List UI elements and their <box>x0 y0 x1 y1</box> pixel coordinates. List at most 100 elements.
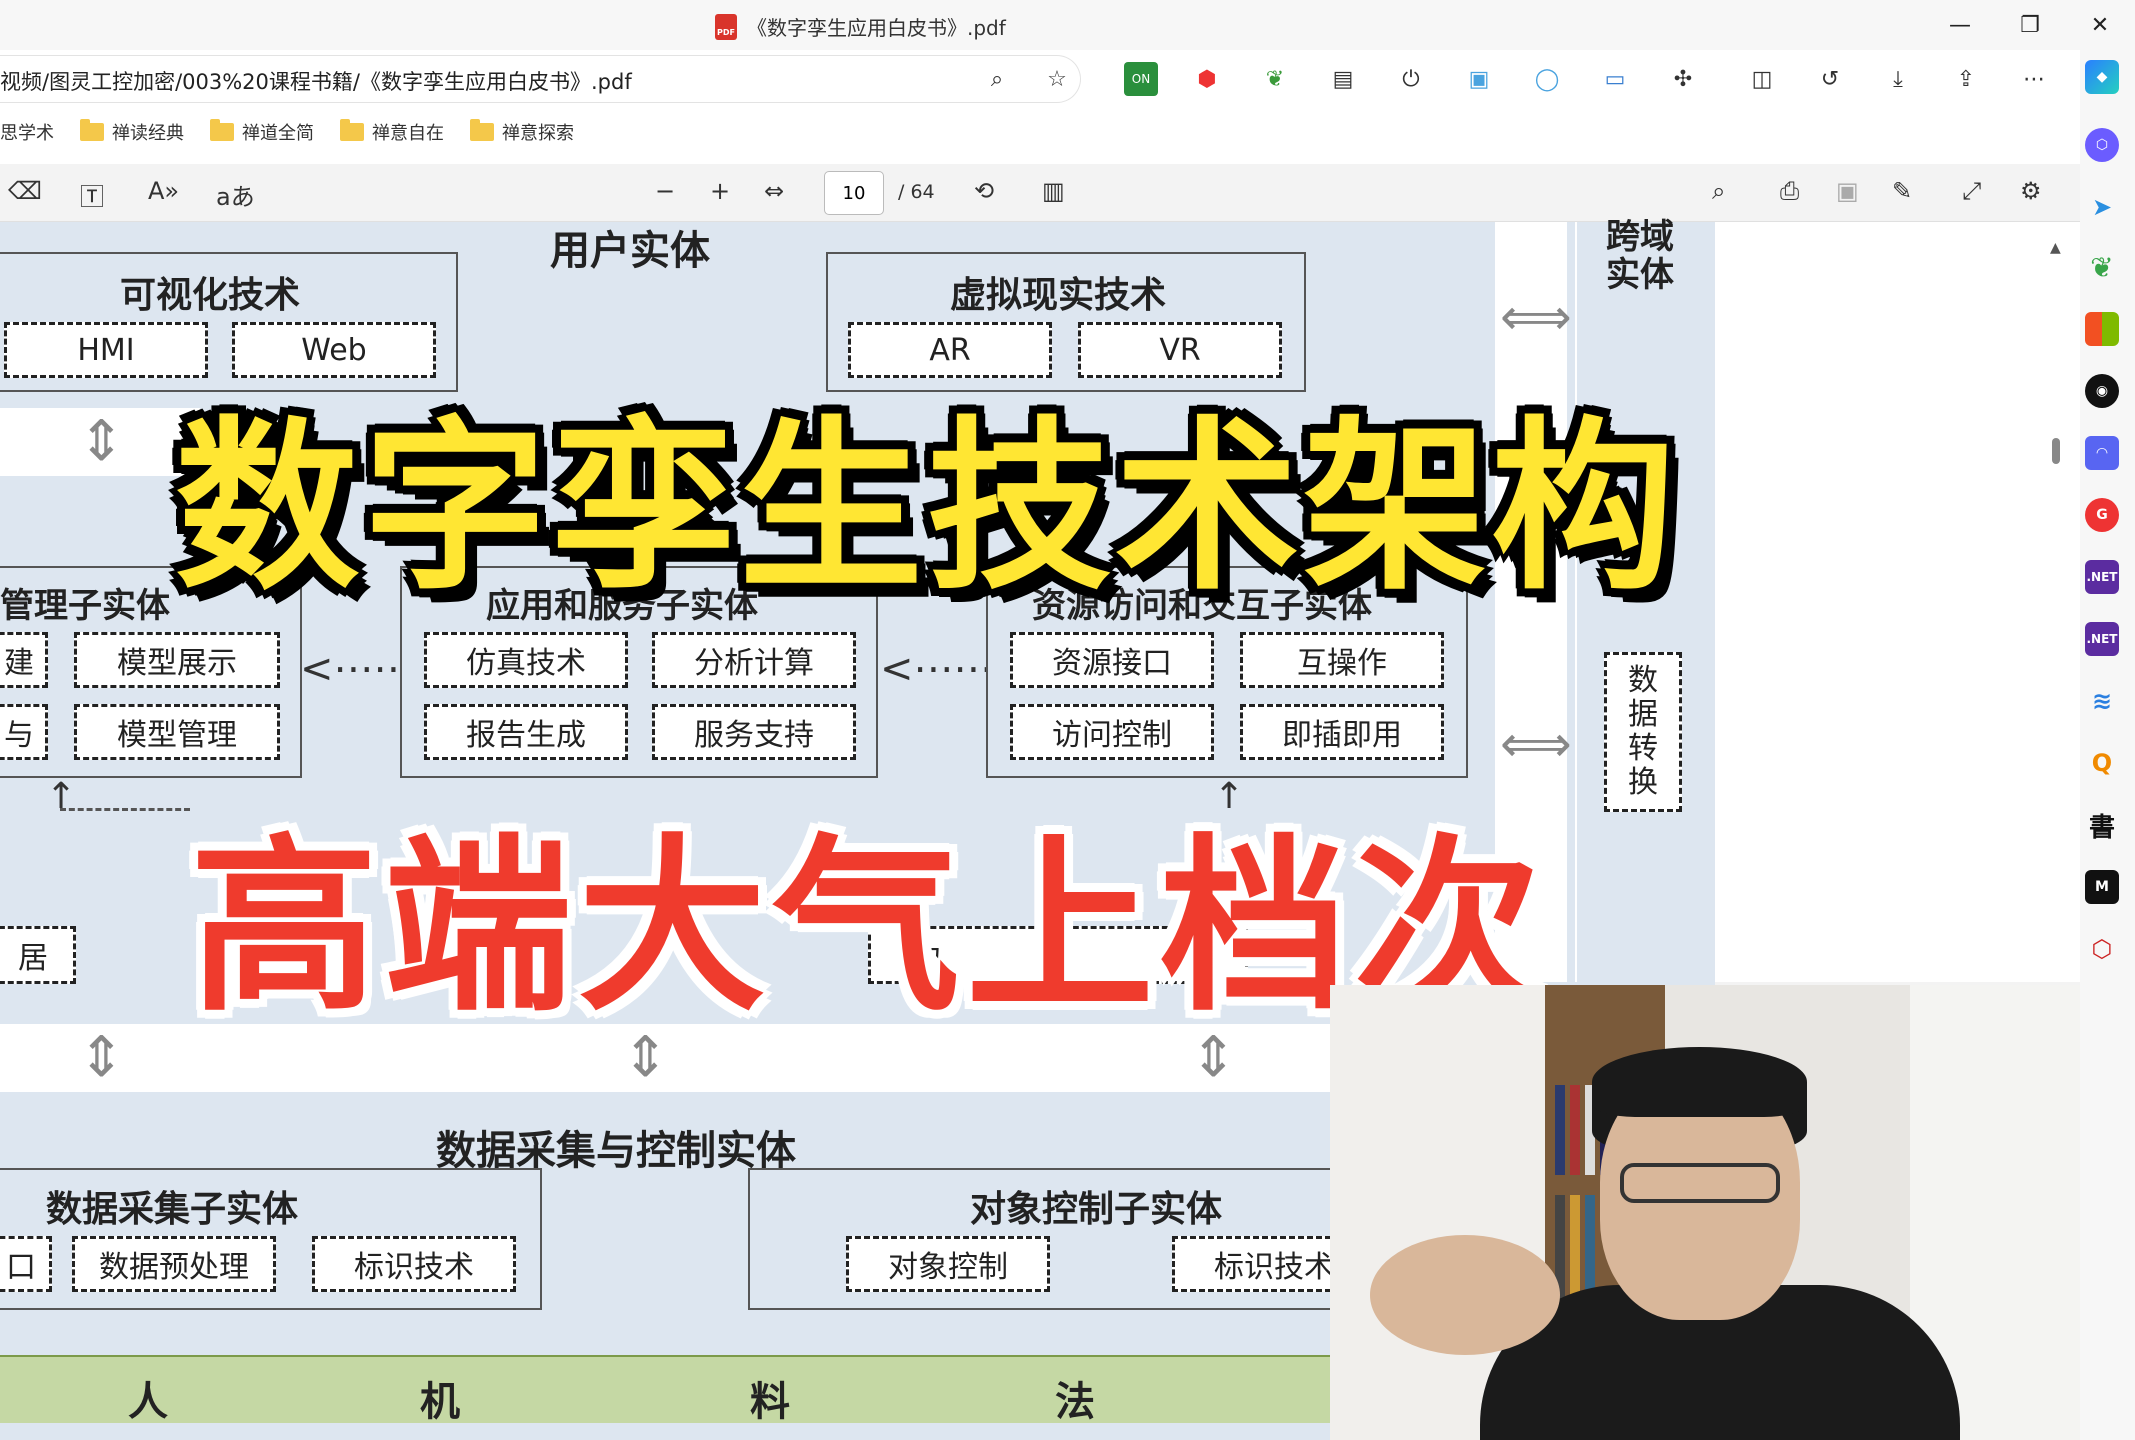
cell-partial: 居 <box>0 926 76 984</box>
close-button[interactable]: ✕ <box>2080 8 2120 42</box>
zoom-icon[interactable]: ⌕ <box>980 62 1014 96</box>
extensions-puzzle-icon[interactable]: ✣ <box>1666 62 1700 96</box>
dotnet-icon[interactable]: .NET <box>2085 560 2119 594</box>
extension-circle-icon[interactable]: ◯ <box>1530 62 1564 96</box>
text-box-icon[interactable]: 🅃 <box>80 177 104 212</box>
up-down-arrow-icon: ⇕ <box>78 409 125 474</box>
folder-icon <box>470 119 494 141</box>
extension-tv-icon[interactable]: ▣ <box>1462 62 1496 96</box>
cross-domain-heading: 跨域实体 <box>1606 217 1674 295</box>
scroll-up-icon[interactable]: ▲ <box>2050 240 2061 256</box>
zoom-out-icon[interactable]: − <box>655 177 675 205</box>
cell-partial: 与 <box>0 704 48 760</box>
m-icon[interactable]: M <box>2085 870 2119 904</box>
copilot-icon[interactable]: ◆ <box>2085 60 2119 94</box>
access-control-cell: 访问控制 <box>1010 704 1214 760</box>
page-view-icon[interactable]: ▥ <box>1042 177 1065 205</box>
scrollbar[interactable]: ▲ <box>2050 240 2062 980</box>
favorite-star-icon[interactable]: ☆ <box>1040 62 1074 96</box>
restore-button[interactable]: ❐ <box>2010 8 2050 42</box>
category-machine: 机 <box>420 1379 460 1425</box>
zoom-in-icon[interactable]: + <box>710 177 730 205</box>
management-subentity-title: 管理子实体 <box>0 586 170 626</box>
apps-hex-icon[interactable]: ⬡ <box>2085 128 2119 162</box>
data-conversion-char: 换 <box>1628 765 1658 800</box>
save-as-icon[interactable]: ✎ <box>1892 177 1912 205</box>
category-person: 人 <box>128 1379 168 1425</box>
save-icon[interactable]: ▣ <box>1836 177 1859 205</box>
object-control-cell: 对象控制 <box>846 1236 1050 1292</box>
q-icon[interactable]: Q <box>2085 746 2119 780</box>
bookmark-item[interactable]: 思学术 <box>0 119 54 145</box>
folder-icon <box>210 119 234 141</box>
bookmark-item[interactable]: 禅意探索 <box>470 119 574 145</box>
history-icon[interactable]: ↺ <box>1813 62 1847 96</box>
windows-icon[interactable] <box>2085 312 2119 346</box>
data-conversion-char: 转 <box>1628 731 1658 766</box>
window-title: 《数字孪生应用白皮书》.pdf <box>747 16 1006 40</box>
service-support-cell: 服务支持 <box>652 704 856 760</box>
person-hand <box>1370 1235 1560 1355</box>
rotate-icon[interactable]: ⟲ <box>974 177 994 205</box>
shu-icon[interactable]: 書 <box>2085 808 2119 843</box>
plug-and-play-cell: 即插即用 <box>1240 704 1444 760</box>
category-method: 法 <box>1055 1379 1095 1425</box>
data-collection-title: 数据采集子实体 <box>46 1189 299 1230</box>
discord-icon[interactable]: ◠ <box>2085 436 2119 470</box>
scroll-thumb[interactable] <box>2052 438 2060 464</box>
pdf-file-icon: PDF <box>715 13 737 40</box>
cell-partial: 口 <box>0 1236 52 1292</box>
power-icon[interactable]: ⏻ <box>1394 62 1428 96</box>
extension-card-icon[interactable]: ▭ <box>1598 62 1632 96</box>
title-bar: PDF 《数字孪生应用白皮书》.pdf — ❐ ✕ <box>0 0 2135 50</box>
box-icon[interactable]: ⬡ <box>2085 932 2119 966</box>
print-icon[interactable]: ⎙ <box>1780 177 1799 205</box>
person-glasses <box>1620 1163 1780 1203</box>
address-url: 视频/图灵工控加密/003%20课程书籍/《数字孪生应用白皮书》.pdf <box>0 70 632 94</box>
share-icon[interactable]: ⇪ <box>1949 62 1983 96</box>
collections-icon[interactable]: ▤ <box>1326 62 1360 96</box>
bookmark-label: 禅意自在 <box>372 123 444 144</box>
search-icon[interactable]: ⌕ <box>1712 177 1725 205</box>
page-number-input[interactable]: 10 <box>824 171 884 215</box>
address-bar[interactable]: 视频/图灵工控加密/003%20课程书籍/《数字孪生应用白皮书》.pdf ⌕ ☆ <box>0 56 1080 102</box>
eraser-icon[interactable]: ⌫ <box>8 177 42 205</box>
more-menu-icon[interactable]: ⋯ <box>2017 62 2051 96</box>
g-icon[interactable]: G <box>2085 498 2119 532</box>
resource-interface-cell: 资源接口 <box>1010 632 1214 688</box>
split-screen-icon[interactable]: ◫ <box>1745 62 1779 96</box>
read-aloud-icon[interactable]: A» <box>148 177 179 205</box>
settings-gear-icon[interactable]: ⚙ <box>2020 177 2042 205</box>
webcam-video <box>1330 985 2135 1440</box>
extension-on-icon[interactable]: ON <box>1124 62 1158 96</box>
bookmark-label: 禅意探索 <box>502 123 574 144</box>
bookmark-item[interactable]: 禅道全简 <box>210 119 314 145</box>
download-icon[interactable]: ⤓ <box>1881 62 1915 96</box>
minimize-button[interactable]: — <box>1940 8 1980 42</box>
total-pages: / 64 <box>898 181 935 203</box>
bird-icon[interactable]: ❦ <box>2085 250 2119 284</box>
github-icon[interactable]: ◉ <box>2085 374 2119 408</box>
interoperation-cell: 互操作 <box>1240 632 1444 688</box>
send-icon[interactable]: ➤ <box>2085 190 2119 224</box>
model-management-cell: 模型管理 <box>74 704 280 760</box>
cell-partial: 建 <box>0 632 48 688</box>
bookmark-item[interactable]: 禅读经典 <box>80 119 184 145</box>
left-right-arrow-icon: ⟺ <box>1500 288 1572 346</box>
bookmark-item[interactable]: 禅意自在 <box>340 119 444 145</box>
model-display-cell: 模型展示 <box>74 632 280 688</box>
folder-icon <box>340 119 364 141</box>
dotnet-icon[interactable]: .NET <box>2085 622 2119 656</box>
translate-icon[interactable]: aあ <box>216 177 255 212</box>
fullscreen-icon[interactable]: ⤢ <box>1962 177 1981 205</box>
fit-page-icon[interactable]: ⇔ <box>764 177 784 205</box>
data-conversion-char: 据 <box>1628 697 1658 732</box>
analysis-cell: 分析计算 <box>652 632 856 688</box>
category-material: 料 <box>750 1379 790 1425</box>
extension-dice-icon[interactable]: ⬢ <box>1190 62 1224 96</box>
left-right-arrow-icon: ⟺ <box>1500 715 1572 773</box>
object-control-title: 对象控制子实体 <box>970 1189 1223 1230</box>
layers-icon[interactable]: ≋ <box>2085 684 2119 718</box>
extension-leaf-icon[interactable]: ❦ <box>1258 62 1292 96</box>
data-conversion-char: 数 <box>1628 663 1658 698</box>
